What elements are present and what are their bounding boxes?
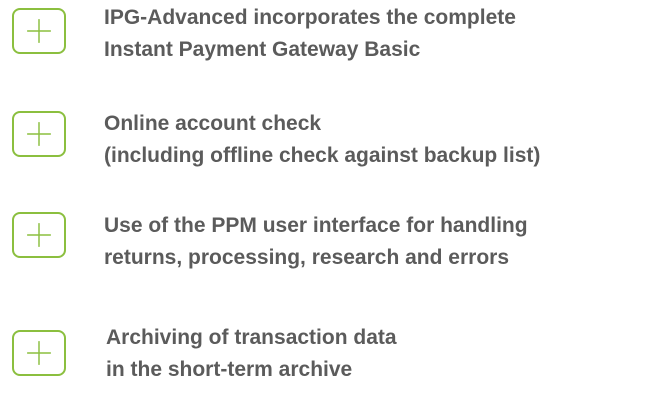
plus-icon [12, 330, 66, 376]
feature-text-line: (including offline check against backup … [104, 144, 541, 167]
feature-text: Use of the PPM user interface for handli… [104, 210, 528, 274]
feature-text-line: in the short-term archive [106, 358, 353, 381]
feature-text-line: Archiving of transaction data [106, 326, 397, 349]
list-item: Use of the PPM user interface for handli… [0, 206, 648, 286]
list-item: Archiving of transaction data in the sho… [0, 318, 648, 398]
feature-text-line: returns, processing, research and errors [104, 246, 509, 269]
plus-icon [12, 212, 66, 258]
list-item: Online account check (including offline … [0, 104, 648, 184]
feature-text-line: Use of the PPM user interface for handli… [104, 214, 528, 237]
feature-text-line: IPG-Advanced incorporates the complete [104, 6, 516, 29]
feature-text: Online account check (including offline … [104, 108, 540, 172]
feature-list: IPG-Advanced incorporates the complete I… [0, 0, 648, 389]
plus-icon [12, 8, 66, 54]
feature-text: Archiving of transaction data in the sho… [106, 322, 397, 386]
list-item: IPG-Advanced incorporates the complete I… [0, 0, 648, 80]
feature-text-line: Online account check [104, 112, 322, 135]
feature-text-line: Instant Payment Gateway Basic [104, 38, 421, 61]
plus-icon [12, 111, 66, 157]
feature-text: IPG-Advanced incorporates the complete I… [104, 2, 516, 66]
